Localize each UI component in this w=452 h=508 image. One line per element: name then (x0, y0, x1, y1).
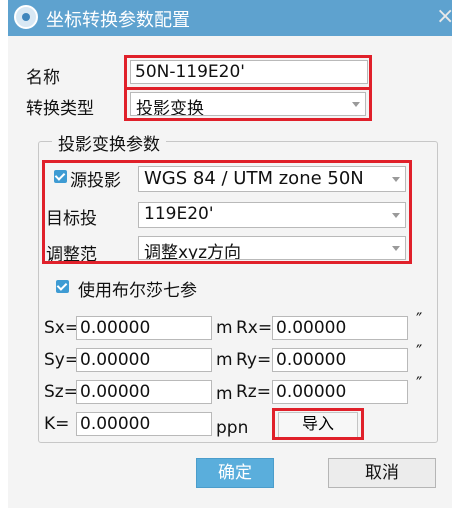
source-projection-select[interactable]: WGS 84 / UTM zone 50N (138, 166, 406, 192)
ry-label: Ry= (236, 350, 272, 370)
source-projection-label: 源投影 (70, 171, 121, 191)
sx-unit: m (216, 318, 233, 338)
rx-unit: ″ (416, 310, 423, 330)
rz-label: Rz= (236, 382, 271, 402)
sz-unit: m (216, 384, 233, 404)
sz-label: Sz= (44, 382, 78, 402)
sy-label: Sy= (44, 350, 80, 370)
window-title: 坐标转换参数配置 (46, 10, 190, 31)
sy-input[interactable]: 0.00000 (76, 348, 212, 372)
import-button[interactable]: 导入 (278, 412, 358, 438)
ok-button[interactable]: 确定 (196, 458, 274, 488)
k-unit: ppn (216, 418, 249, 438)
chevron-down-icon[interactable] (387, 237, 405, 259)
bursa-label: 使用布尔莎七参 (78, 281, 197, 301)
chevron-down-icon[interactable] (347, 93, 365, 115)
bursa-checkbox[interactable] (56, 280, 69, 293)
name-input[interactable]: 50N-119E20' (130, 60, 368, 84)
adjust-range-label: 调整范 (46, 245, 97, 265)
sy-unit: m (216, 350, 233, 370)
conversion-type-label: 转换类型 (26, 99, 94, 119)
name-label: 名称 (26, 68, 60, 88)
source-projection-checkbox[interactable] (54, 170, 67, 183)
adjust-range-select[interactable]: 调整xyz方向 (138, 236, 406, 260)
rz-unit: ″ (416, 374, 423, 394)
close-icon[interactable]: × (436, 4, 452, 30)
rz-input[interactable]: 0.00000 (272, 380, 408, 404)
sx-label: Sx= (44, 318, 80, 338)
chevron-down-icon[interactable] (387, 203, 405, 227)
coordinate-conversion-dialog: 坐标转换参数配置 × 名称 50N-119E20' 转换类型 投影变换 投影变换… (8, 0, 452, 508)
cancel-button[interactable]: 取消 (328, 458, 436, 488)
k-input[interactable]: 0.00000 (76, 412, 212, 436)
target-projection-select[interactable]: 119E20' (138, 202, 406, 228)
k-label: K= (44, 414, 70, 434)
conversion-type-value: 投影变换 (136, 99, 204, 116)
adjust-range-value: 调整xyz方向 (144, 243, 242, 260)
chevron-down-icon[interactable] (387, 167, 405, 191)
conversion-type-select[interactable]: 投影变换 (130, 92, 366, 116)
target-projection-label: 目标投 (46, 209, 97, 229)
globe-icon (14, 5, 38, 29)
rx-input[interactable]: 0.00000 (272, 316, 408, 340)
title-bar[interactable]: 坐标转换参数配置 × (8, 0, 452, 36)
sz-input[interactable]: 0.00000 (76, 380, 212, 404)
ry-unit: ″ (416, 342, 423, 362)
sx-input[interactable]: 0.00000 (76, 316, 212, 340)
ry-input[interactable]: 0.00000 (272, 348, 408, 372)
projection-params-title: 投影变换参数 (52, 130, 166, 155)
target-projection-value: 119E20' (144, 204, 214, 224)
source-projection-value: WGS 84 / UTM zone 50N (144, 168, 364, 189)
rx-label: Rx= (236, 318, 273, 338)
